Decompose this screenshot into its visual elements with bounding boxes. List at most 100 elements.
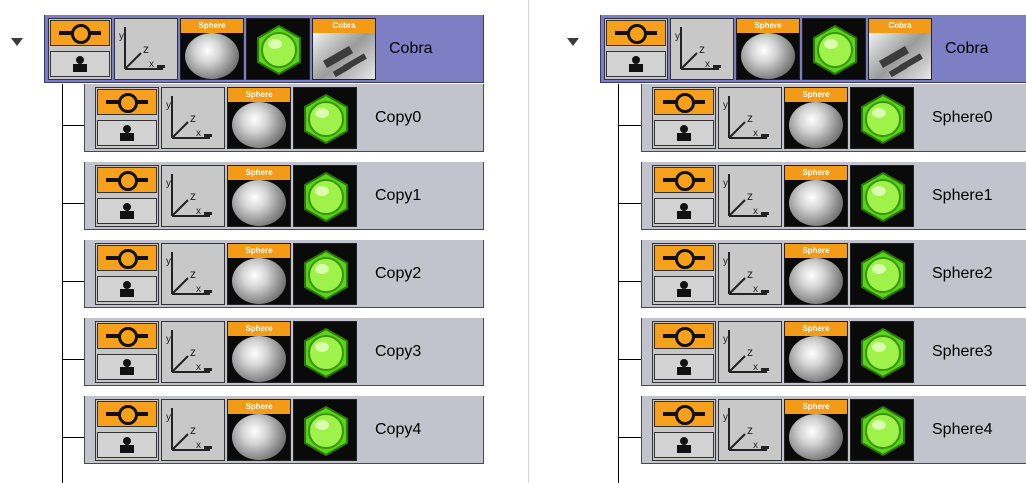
keyframe-icon[interactable] bbox=[95, 87, 159, 149]
green-hexagon-icon[interactable] bbox=[293, 321, 357, 383]
svg-text:z: z bbox=[699, 42, 705, 56]
tree-node-child[interactable]: y z x Sphere Sphere2 bbox=[641, 240, 1026, 308]
green-hexagon-icon[interactable] bbox=[850, 165, 914, 227]
person-head bbox=[680, 437, 688, 445]
person-body bbox=[120, 367, 134, 375]
keyframe-bottom-icon bbox=[97, 354, 157, 380]
person-head bbox=[680, 203, 688, 211]
person-body bbox=[120, 211, 134, 219]
expand-collapse-arrow-icon[interactable] bbox=[11, 38, 23, 46]
node-label: Copy3 bbox=[375, 343, 422, 360]
tree-node-child[interactable]: y z x Sphere Copy0 bbox=[84, 84, 484, 152]
person-head bbox=[680, 359, 688, 367]
tree-node-root[interactable]: y z x Sphere Cobra Cobra bbox=[44, 15, 484, 83]
keyframe-icon[interactable] bbox=[95, 321, 159, 383]
sphere-tag-label: Sphere bbox=[228, 166, 290, 180]
keyframe-icon[interactable] bbox=[48, 18, 112, 80]
tree-branch-line bbox=[618, 281, 641, 282]
sphere-shape bbox=[185, 33, 239, 79]
green-hexagon-icon[interactable] bbox=[293, 243, 357, 305]
transform-axis-icon[interactable]: y zx bbox=[161, 399, 225, 461]
sphere-material-icon[interactable]: Sphere bbox=[227, 165, 291, 227]
green-hexagon-icon[interactable] bbox=[850, 399, 914, 461]
transform-axis-icon[interactable]: y zx bbox=[718, 243, 782, 305]
sphere-material-icon[interactable]: Sphere bbox=[784, 321, 848, 383]
keyframe-top-icon bbox=[654, 401, 714, 427]
sphere-material-icon[interactable]: Sphere bbox=[784, 243, 848, 305]
green-hexagon-icon[interactable] bbox=[850, 87, 914, 149]
transform-axis-icon[interactable]: y zx bbox=[718, 321, 782, 383]
sphere-material-icon[interactable]: Sphere bbox=[227, 243, 291, 305]
sphere-material-icon[interactable]: Sphere bbox=[784, 165, 848, 227]
sphere-material-icon[interactable]: Sphere bbox=[784, 87, 848, 149]
tree-branch-line bbox=[618, 437, 641, 438]
tree-connector-line bbox=[62, 84, 63, 483]
expand-collapse-arrow-icon[interactable] bbox=[567, 38, 579, 46]
sphere-tag-label: Sphere bbox=[228, 244, 290, 258]
transform-axis-icon[interactable]: y zx bbox=[161, 321, 225, 383]
green-hexagon-icon[interactable] bbox=[293, 87, 357, 149]
person-body bbox=[120, 445, 134, 453]
transform-axis-icon[interactable]: y zx bbox=[114, 18, 178, 80]
keyframe-icon[interactable] bbox=[652, 87, 716, 149]
transform-axis-icon[interactable]: y zx bbox=[161, 87, 225, 149]
tree-node-child[interactable]: y z x Sphere Sphere4 bbox=[641, 396, 1026, 464]
transform-axis-icon[interactable]: y zx bbox=[670, 18, 734, 80]
sphere-material-icon[interactable]: Sphere bbox=[227, 399, 291, 461]
transform-axis-icon[interactable]: y zx bbox=[718, 165, 782, 227]
sphere-material-icon[interactable]: Sphere bbox=[227, 87, 291, 149]
keyframe-ring bbox=[627, 24, 647, 44]
keyframe-icon[interactable] bbox=[652, 243, 716, 305]
svg-text:x: x bbox=[753, 362, 758, 373]
tree-node-child[interactable]: y z x Sphere Copy2 bbox=[84, 240, 484, 308]
transform-axis-icon[interactable]: y zx bbox=[718, 87, 782, 149]
svg-text:y: y bbox=[166, 334, 171, 345]
keyframe-icon[interactable] bbox=[652, 399, 716, 461]
node-label: Sphere0 bbox=[932, 109, 993, 126]
person-body bbox=[629, 64, 643, 72]
tree-branch-line bbox=[62, 203, 84, 204]
sphere-shape bbox=[232, 414, 286, 460]
tree-node-child[interactable]: y z x Sphere Sphere3 bbox=[641, 318, 1026, 386]
svg-text:y: y bbox=[723, 334, 728, 345]
cobra-model-icon[interactable]: Cobra bbox=[312, 18, 376, 80]
keyframe-icon[interactable] bbox=[95, 165, 159, 227]
sphere-material-icon[interactable]: Sphere bbox=[736, 18, 800, 80]
tree-node-child[interactable]: y z x Sphere Copy1 bbox=[84, 162, 484, 230]
keyframe-bottom-icon bbox=[606, 51, 666, 77]
sphere-material-icon[interactable]: Sphere bbox=[227, 321, 291, 383]
sphere-material-icon[interactable]: Sphere bbox=[784, 399, 848, 461]
node-label: Copy4 bbox=[375, 421, 422, 438]
keyframe-icon[interactable] bbox=[604, 18, 668, 80]
svg-text:x: x bbox=[149, 59, 154, 70]
transform-axis-icon[interactable]: y zx bbox=[161, 243, 225, 305]
tree-node-child[interactable]: y z x Sphere Sphere0 bbox=[641, 84, 1026, 152]
green-hexagon-icon[interactable] bbox=[850, 321, 914, 383]
node-label: Sphere1 bbox=[932, 187, 993, 204]
transform-axis-icon[interactable]: y zx bbox=[718, 399, 782, 461]
keyframe-top-icon bbox=[606, 20, 666, 46]
tree-node-child[interactable]: y z x Sphere Copy4 bbox=[84, 396, 484, 464]
person-head bbox=[632, 56, 640, 64]
tree-node-child[interactable]: y z x Sphere Copy3 bbox=[84, 318, 484, 386]
keyframe-icon[interactable] bbox=[652, 321, 716, 383]
tree-node-child[interactable]: y z x Sphere Sphere1 bbox=[641, 162, 1026, 230]
keyframe-icon[interactable] bbox=[95, 399, 159, 461]
green-hexagon-icon[interactable] bbox=[293, 165, 357, 227]
svg-text:y: y bbox=[119, 31, 124, 42]
node-label: Cobra bbox=[945, 40, 989, 57]
keyframe-icon[interactable] bbox=[95, 243, 159, 305]
transform-axis-icon[interactable]: y zx bbox=[161, 165, 225, 227]
keyframe-top-icon bbox=[654, 167, 714, 193]
keyframe-bottom-icon bbox=[654, 354, 714, 380]
keyframe-ring bbox=[118, 93, 138, 113]
cobra-model-icon[interactable]: Cobra bbox=[868, 18, 932, 80]
green-hexagon-icon[interactable] bbox=[850, 243, 914, 305]
sphere-material-icon[interactable]: Sphere bbox=[180, 18, 244, 80]
keyframe-bottom-icon bbox=[654, 276, 714, 302]
green-hexagon-icon[interactable] bbox=[293, 399, 357, 461]
green-hexagon-icon[interactable] bbox=[246, 18, 310, 80]
tree-node-root[interactable]: y z x Sphere Cobra Cobra bbox=[600, 15, 1026, 83]
green-hexagon-icon[interactable] bbox=[802, 18, 866, 80]
keyframe-icon[interactable] bbox=[652, 165, 716, 227]
